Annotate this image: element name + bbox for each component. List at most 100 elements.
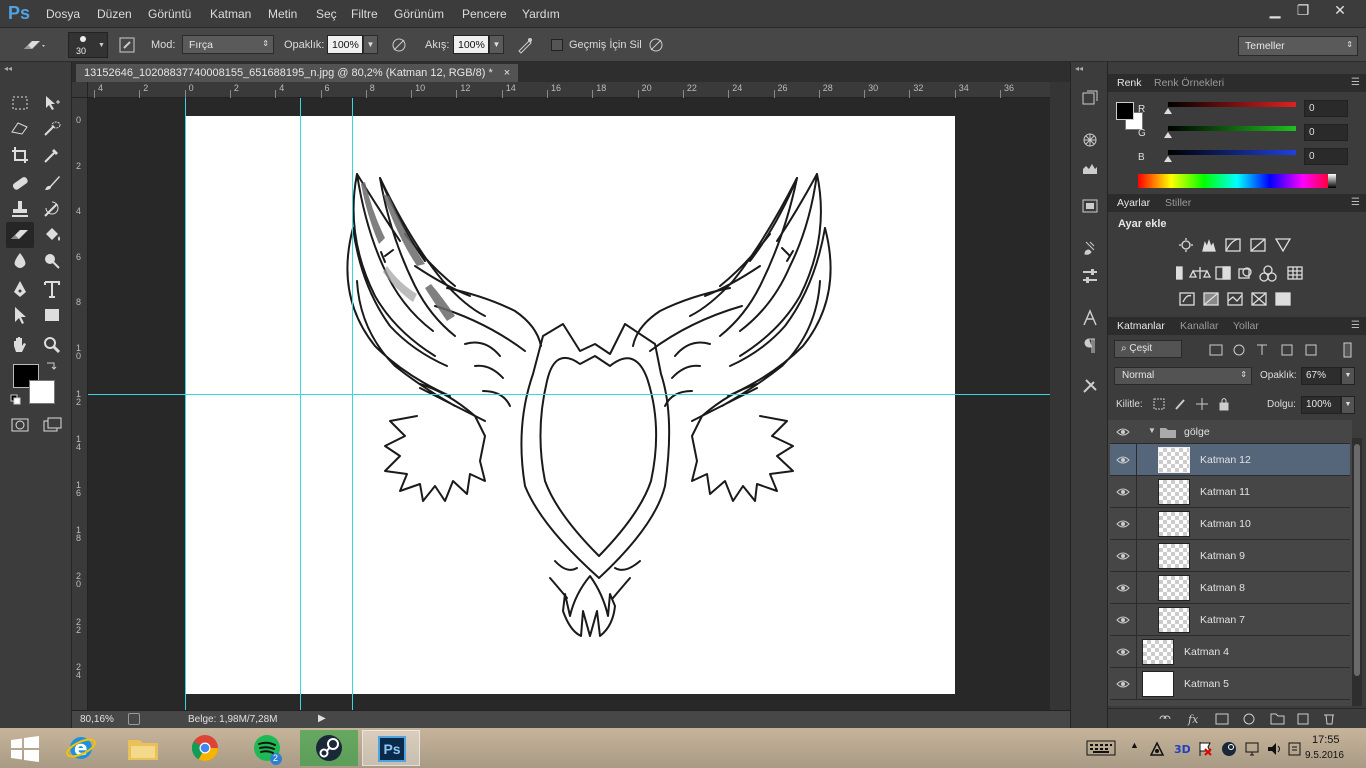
photo-filter-icon[interactable]	[1238, 267, 1252, 279]
volume-icon[interactable]	[1266, 740, 1284, 758]
history-icon[interactable]	[1080, 88, 1100, 108]
eye-icon[interactable]	[1116, 646, 1130, 658]
filter-type-icon[interactable]	[1257, 344, 1267, 355]
black-white-icon[interactable]	[1215, 266, 1231, 280]
taskbar-explorer[interactable]	[114, 730, 172, 766]
panel-menu-icon[interactable]: ☰	[1351, 197, 1360, 208]
layer-row[interactable]: Katman 12	[1110, 444, 1350, 476]
tools-settings-icon[interactable]	[1080, 376, 1100, 396]
properties-icon[interactable]	[1080, 266, 1100, 286]
pen-tool-icon[interactable]	[8, 278, 32, 300]
layer-thumbnail[interactable]	[1158, 607, 1190, 633]
language-icon[interactable]	[1288, 740, 1302, 758]
scrollbar-thumb[interactable]	[1354, 444, 1360, 676]
brush-tool-icon[interactable]	[40, 172, 64, 194]
rectangle-tool-icon[interactable]	[40, 304, 64, 326]
filter-pixel-icon[interactable]	[1209, 344, 1223, 356]
quick-select-icon[interactable]	[40, 118, 64, 140]
menu-sec[interactable]: Seç	[316, 7, 337, 21]
network-icon[interactable]	[1244, 740, 1262, 758]
tray-expand-icon[interactable]: ▲	[1130, 740, 1139, 750]
lock-image-icon[interactable]	[1175, 399, 1185, 410]
flow-input[interactable]: 100%	[453, 35, 489, 54]
swap-colors-icon[interactable]	[44, 360, 58, 372]
layer-row[interactable]: Katman 4	[1110, 636, 1350, 668]
layer-row[interactable]: Katman 9	[1110, 540, 1350, 572]
slider-handle[interactable]	[1164, 156, 1172, 162]
zoom-tool-icon[interactable]	[40, 334, 64, 356]
opacity-dropdown[interactable]: ▼	[363, 35, 378, 54]
taskbar-steam[interactable]	[300, 730, 358, 766]
tab-katmanlar[interactable]: Katmanlar	[1117, 320, 1165, 332]
blend-mode-select[interactable]: Normal ⇕	[1114, 367, 1252, 385]
adjustment-layer-icon[interactable]	[1243, 713, 1255, 725]
clone-source-icon[interactable]	[1080, 158, 1100, 178]
eraser-preset-icon[interactable]	[20, 37, 46, 53]
gradient-map-icon[interactable]	[1275, 292, 1291, 306]
lock-position-icon[interactable]	[1196, 398, 1208, 410]
ruler-origin[interactable]	[72, 82, 88, 98]
eraser-tool-button[interactable]	[6, 222, 34, 248]
zoom-level[interactable]: 80,16%	[80, 714, 114, 725]
new-layer-icon[interactable]	[1297, 713, 1309, 725]
restore-button[interactable]: ❐	[1290, 2, 1316, 22]
tray-steam-icon[interactable]	[1220, 740, 1238, 758]
opacity-dropdown[interactable]: ▼	[1341, 367, 1355, 385]
tray-3d-icon[interactable]: 3D	[1172, 740, 1190, 758]
levels-icon[interactable]	[1202, 238, 1216, 252]
color-spectrum[interactable]	[1138, 174, 1336, 188]
collapse-icon[interactable]: ◂◂	[4, 64, 12, 73]
canvas-scrollbar[interactable]	[1050, 82, 1070, 710]
path-select-icon[interactable]	[8, 304, 32, 326]
panel-menu-icon[interactable]: ☰	[1351, 77, 1360, 88]
menu-gorunum[interactable]: Görünüm	[394, 7, 444, 21]
layer-filter-select[interactable]: ⌕ Çeşit	[1114, 340, 1182, 358]
vibrance-icon[interactable]	[1274, 238, 1292, 253]
tab-stiller[interactable]: Stiller	[1165, 197, 1191, 209]
tray-flag-icon[interactable]	[1196, 740, 1214, 758]
history-brush-icon[interactable]	[40, 198, 64, 220]
layer-opacity-input[interactable]: 67%	[1301, 367, 1341, 385]
quick-mask-icon[interactable]	[8, 414, 32, 436]
layer-row[interactable]: Katman 7	[1110, 604, 1350, 636]
background-color-swatch[interactable]	[29, 380, 55, 404]
tab-yollar[interactable]: Yollar	[1233, 320, 1259, 332]
windows-start-icon[interactable]	[11, 736, 39, 762]
trash-icon[interactable]	[1324, 714, 1334, 725]
panel-menu-icon[interactable]: ☰	[1351, 320, 1360, 331]
eye-icon[interactable]	[1116, 454, 1130, 466]
menu-dosya[interactable]: Dosya	[46, 7, 80, 21]
flow-dropdown[interactable]: ▼	[489, 35, 504, 54]
layer-thumbnail[interactable]	[1142, 671, 1174, 697]
filter-toggle[interactable]	[1343, 342, 1352, 358]
selective-color-icon[interactable]	[1251, 292, 1267, 306]
hue-saturation-icon[interactable]	[1176, 266, 1183, 280]
channel-g-input[interactable]: 0	[1304, 124, 1348, 141]
tab-kanallar[interactable]: Kanallar	[1180, 320, 1219, 332]
erase-history-checkbox[interactable]	[551, 39, 563, 51]
brush-icon[interactable]	[1080, 238, 1100, 258]
brightness-icon[interactable]	[1179, 238, 1193, 252]
menu-goruntu[interactable]: Görüntü	[148, 7, 191, 21]
menu-filtre[interactable]: Filtre	[351, 7, 378, 21]
channel-r-slider[interactable]	[1164, 102, 1296, 114]
eye-icon[interactable]	[1116, 582, 1130, 594]
taskbar-chrome[interactable]	[176, 730, 234, 766]
brush-panel-icon[interactable]	[118, 36, 136, 54]
paint-bucket-icon[interactable]	[40, 224, 64, 246]
opacity-input[interactable]: 100%	[327, 35, 363, 54]
close-tab-icon[interactable]: ×	[504, 67, 510, 79]
eye-icon[interactable]	[1116, 486, 1130, 498]
mode-select[interactable]: Fırça ⇕	[182, 35, 274, 54]
blur-tool-icon[interactable]	[8, 250, 32, 272]
canvas-area[interactable]	[88, 98, 1050, 710]
color-lookup-icon[interactable]	[1287, 266, 1303, 280]
guide-vertical[interactable]	[352, 98, 353, 710]
clone-stamp-icon[interactable]	[8, 198, 32, 220]
menu-yardim[interactable]: Yardım	[522, 7, 560, 21]
link-layers-icon[interactable]	[1159, 715, 1171, 720]
color-balance-icon[interactable]	[1188, 267, 1212, 279]
channel-b-input[interactable]: 0	[1304, 148, 1348, 165]
taskbar-photoshop[interactable]: Ps	[362, 730, 420, 766]
lasso-tool-icon[interactable]	[8, 118, 32, 140]
